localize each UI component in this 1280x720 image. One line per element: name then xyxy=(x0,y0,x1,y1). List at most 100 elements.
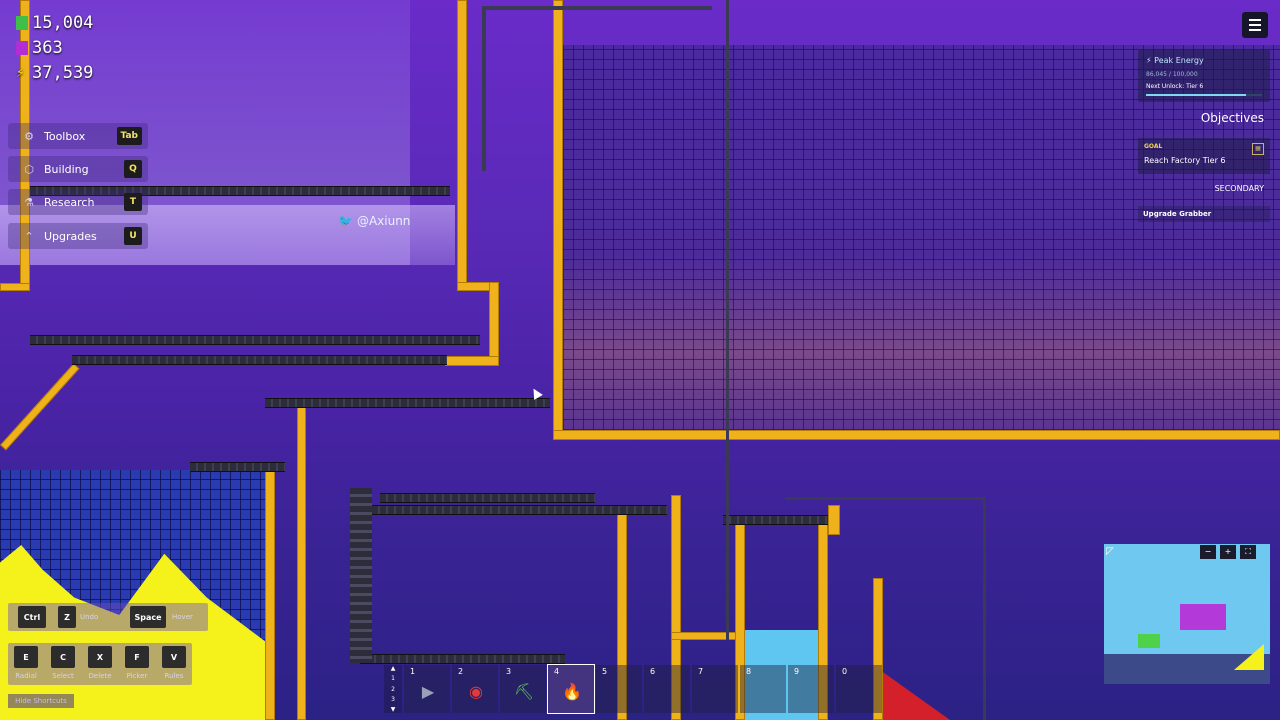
slot-number: 4 xyxy=(554,667,560,676)
menu-toolbox-button[interactable]: ⚙ Toolbox Tab xyxy=(8,123,148,149)
slot-number: 0 xyxy=(842,667,848,676)
goal-label: GOAL xyxy=(1144,143,1163,150)
shortcut-key: C xyxy=(51,646,75,668)
chevron-up-icon[interactable]: ▲ xyxy=(391,665,396,672)
shortcut-radial: E Radial xyxy=(8,646,44,680)
menu-label: Research xyxy=(44,195,95,209)
resource-coins: 15,004 xyxy=(16,13,93,33)
shortcut-label: Picker xyxy=(126,672,148,680)
hotbar-slot-3[interactable]: 3 ⛏ xyxy=(500,665,546,713)
hotbar-slot-2[interactable]: 2 ◉ xyxy=(452,665,498,713)
slot-number: 8 xyxy=(746,667,752,676)
conveyor-belt xyxy=(265,398,550,408)
wall xyxy=(553,430,1280,440)
hotbar-page: 3 xyxy=(391,695,395,703)
shortcut-key: X xyxy=(88,646,112,668)
peak-energy-title: ⚡ Peak Energy xyxy=(1146,56,1204,65)
hotbar-slot-4[interactable]: 4 🔥 xyxy=(547,664,595,714)
menu-line xyxy=(1249,24,1261,26)
energy-progress-fill xyxy=(1146,94,1246,96)
minimap-region xyxy=(1180,604,1226,630)
objectives-title: Objectives xyxy=(1200,111,1264,125)
resize-corner-icon[interactable]: ◸ xyxy=(1106,546,1114,557)
conveyor-belt xyxy=(72,355,447,365)
minimap-region xyxy=(1138,634,1160,648)
conveyor-icon: ▶ xyxy=(421,682,435,701)
hotbar-slot-9[interactable]: 9 xyxy=(788,665,834,713)
minimap[interactable] xyxy=(1104,544,1270,684)
hotbar-slot-0[interactable]: 0 xyxy=(836,665,882,713)
fullscreen-icon[interactable]: ⛶ xyxy=(1240,545,1256,559)
hide-shortcuts-button[interactable]: Hide Shortcuts xyxy=(8,694,74,708)
hotbar-slot-6[interactable]: 6 xyxy=(644,665,690,713)
shortcut-key: Z xyxy=(58,606,76,628)
ladder xyxy=(350,488,372,663)
zoom-in-button[interactable]: + xyxy=(1220,545,1236,559)
shortcut-key: Space xyxy=(130,606,166,628)
hotkey-badge: Tab xyxy=(116,127,142,145)
diagonal-wall xyxy=(0,363,80,451)
shortcut-undo: Z Undo xyxy=(58,606,98,628)
hotkey-badge: T xyxy=(124,193,142,211)
wall xyxy=(297,405,306,720)
slot-number: 6 xyxy=(650,667,656,676)
wall xyxy=(489,282,499,366)
twitter-icon: 🐦 xyxy=(338,214,353,228)
shortcut-key: V xyxy=(162,646,186,668)
hotbar-page: 1 xyxy=(391,675,395,683)
menu-label: Building xyxy=(44,162,89,176)
conveyor-belt xyxy=(380,493,595,503)
flask-icon: ⚗ xyxy=(24,195,34,209)
hotkey-badge: U xyxy=(124,227,142,245)
shortcut-label: Hover xyxy=(172,613,193,621)
conveyor-belt xyxy=(360,654,565,664)
wall xyxy=(0,283,30,291)
wall xyxy=(828,505,840,535)
cube-icon: ⬡ xyxy=(24,162,34,176)
grabber-icon: ◉ xyxy=(469,682,483,701)
shortcut-label: Undo xyxy=(80,613,99,621)
goal-panel: GOAL Reach Factory Tier 6 ▦ xyxy=(1138,138,1270,174)
crystal-icon xyxy=(16,41,28,55)
menu-building-button[interactable]: ⬡ Building Q xyxy=(8,156,148,182)
peak-energy-label: Peak Energy xyxy=(1154,56,1204,65)
resource-value: 15,004 xyxy=(32,13,94,33)
resource-value: 37,539 xyxy=(32,63,94,83)
wall xyxy=(553,0,563,440)
hotbar-page: 2 xyxy=(391,685,395,693)
menu-line xyxy=(1249,29,1261,31)
main-menu-button[interactable] xyxy=(1242,12,1268,38)
conveyor-belt xyxy=(190,462,285,472)
hotbar-page-nav[interactable]: ▲ 1 2 3 ▼ xyxy=(384,665,402,713)
hotbar-slot-8[interactable]: 8 xyxy=(740,665,786,713)
hotkey-badge: Q xyxy=(124,160,142,178)
arrow-up-icon: ⌃ xyxy=(24,229,34,243)
peak-energy-value: 86,045 / 100,000 xyxy=(1146,71,1198,78)
shortcut-select: C Select xyxy=(45,646,81,680)
resource-research: 363 xyxy=(16,38,63,58)
shortcut-picker: F Picker xyxy=(119,646,155,680)
menu-research-button[interactable]: ⚗ Research T xyxy=(8,189,148,215)
wrench-icon: ⚙ xyxy=(24,129,34,143)
slot-number: 1 xyxy=(410,667,416,676)
hotbar-slot-7[interactable]: 7 xyxy=(692,665,738,713)
peak-energy-panel: ⚡ Peak Energy 86,045 / 100,000 Next Unlo… xyxy=(1138,50,1270,102)
chart-icon[interactable]: ▦ xyxy=(1252,143,1264,155)
shortcut-label: Radial xyxy=(15,672,37,680)
lightning-icon: ⚡ xyxy=(16,65,25,81)
resource-energy: ⚡ 37,539 xyxy=(16,63,93,83)
slot-number: 5 xyxy=(602,667,608,676)
zoom-out-button[interactable]: − xyxy=(1200,545,1216,559)
credit-handle: 🐦 @Axiunn xyxy=(338,214,410,228)
menu-label: Toolbox xyxy=(44,129,86,143)
menu-upgrades-button[interactable]: ⌃ Upgrades U xyxy=(8,223,148,249)
hotbar: ▲ 1 2 3 ▼ 1 ▶ 2 ◉ 3 ⛏ 4 🔥 5 6 7 8 9 0 xyxy=(384,664,882,714)
hotbar-slot-5[interactable]: 5 xyxy=(596,665,642,713)
slot-number: 2 xyxy=(458,667,464,676)
wall xyxy=(265,465,275,720)
pipe xyxy=(785,497,985,500)
shortcut-label: Select xyxy=(52,672,74,680)
slot-number: 9 xyxy=(794,667,800,676)
chevron-down-icon[interactable]: ▼ xyxy=(391,706,396,713)
hotbar-slot-1[interactable]: 1 ▶ xyxy=(404,665,450,713)
